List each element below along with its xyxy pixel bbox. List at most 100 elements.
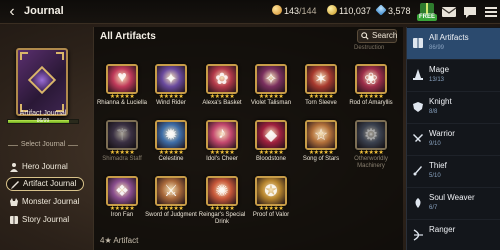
- journal-name: Artifact Journal: [19, 110, 67, 117]
- artifact-name: Violet Talisman: [250, 100, 292, 106]
- artifact-name: Alexa's Basket: [202, 100, 242, 106]
- free-gift-button[interactable]: FREE: [417, 2, 437, 22]
- top-bar: ‹ Journal 143/144 110,037 3,578 FREE: [0, 0, 500, 24]
- artifact-card[interactable]: ✶ ★★★★★ Torn Sleeve: [293, 60, 349, 120]
- artifact-card[interactable]: ⚔ ★★★★★ Sword of Judgment: [143, 172, 199, 232]
- star-rating: ★★★★★: [308, 150, 334, 156]
- artifact-list-panel: All Artifacts Search Destruction ♥ ★★★★★ R…: [93, 27, 403, 250]
- artifact-card[interactable]: ❖ ★★★★★ Iron Fan: [94, 172, 150, 232]
- gem-counter[interactable]: 3,578: [375, 4, 411, 16]
- artifact-journal-button[interactable]: Artifact Journal: [6, 177, 84, 191]
- soul-weaver-icon: [415, 198, 421, 208]
- artifact-card[interactable]: ✪ ★★★★★ Proof of Valor: [243, 172, 299, 232]
- artifact-name: Reingar's Special Drink: [198, 212, 246, 225]
- artifact-image: ✹: [155, 120, 187, 150]
- class-count: 9/10: [429, 141, 441, 147]
- mage-icon: [413, 69, 423, 80]
- section-title: All Artifacts: [100, 31, 156, 42]
- story-journal-button[interactable]: Story Journal: [6, 213, 84, 227]
- warrior-icon: [413, 134, 423, 142]
- gold-counter[interactable]: 110,037: [327, 5, 371, 16]
- class-name: Soul Weaver: [429, 193, 475, 202]
- artifact-card[interactable]: ♥ ★★★★★ Rhianna & Luciella: [94, 60, 150, 120]
- artifact-name: Song of Stars: [302, 156, 340, 162]
- partially-scrolled-label: Destruction: [354, 45, 385, 51]
- stamina-counter[interactable]: 143/144: [272, 5, 317, 16]
- star-rating: ★★★★★: [158, 150, 184, 156]
- class-filter-thief[interactable]: Thief 5/10: [407, 156, 500, 188]
- search-icon: [361, 32, 369, 40]
- class-count: 86/99: [429, 45, 445, 51]
- class-filter-mage[interactable]: Mage 13/13: [407, 60, 500, 92]
- journal-screen: ‹ Journal 143/144 110,037 3,578 FREE Art…: [0, 0, 500, 250]
- gift-box-icon: [420, 3, 434, 14]
- artifact-name: Rod of Amaryllis: [349, 100, 393, 106]
- class-count: 13/13: [429, 77, 445, 83]
- chat-icon[interactable]: [462, 4, 478, 20]
- artifact-card[interactable]: ⚚ ★★★★★ Shimadra Staff: [94, 116, 150, 176]
- gold-icon: [327, 5, 337, 15]
- artifact-card[interactable]: ✦ ★★★★★ Wind Rider: [143, 60, 199, 120]
- star-rating: ★★★★★: [109, 94, 135, 100]
- sword-icon: [11, 181, 19, 189]
- artifact-card[interactable]: ❀ ★★★★★ Rod of Amaryllis: [343, 60, 399, 120]
- class-filter-ranger[interactable]: Ranger: [407, 220, 500, 250]
- artifact-card[interactable]: ✹ ★★★★★ Celestine: [143, 116, 199, 176]
- page-title: Journal: [24, 5, 64, 17]
- artifact-card[interactable]: ✺ ★★★★★ Reingar's Special Drink: [194, 172, 250, 232]
- star-rating: ★★★★★: [109, 206, 135, 212]
- class-filter-soul-weaver[interactable]: Soul Weaver 6/7: [407, 188, 500, 220]
- hero-journal-label: Hero Journal: [22, 162, 68, 171]
- artifact-card[interactable]: ✧ ★★★★★ Violet Talisman: [243, 60, 299, 120]
- artifact-image: ✧: [255, 64, 287, 94]
- gem-value: 3,578: [388, 6, 411, 16]
- class-filter-list: All Artifacts 86/99 Mage 13/13 Knight 8/8 Warr…: [406, 27, 500, 250]
- class-filter-warrior[interactable]: Warrior 9/10: [407, 124, 500, 156]
- star-rating: ★★★★★: [258, 94, 284, 100]
- artifact-name: Torn Sleeve: [305, 100, 337, 106]
- star-rating: ★★★★★: [358, 150, 384, 156]
- star-rating: ★★★★★: [258, 206, 284, 212]
- artifact-card[interactable]: ♪ ★★★★★ Idol's Cheer: [194, 116, 250, 176]
- book-icon: [10, 216, 18, 224]
- class-name: Ranger: [429, 225, 456, 234]
- monster-journal-label: Monster Journal: [22, 197, 80, 206]
- ranger-icon: [413, 229, 423, 241]
- star-rating: ★★★★★: [358, 94, 384, 100]
- menu-icon[interactable]: [483, 4, 499, 20]
- star-rating: ★★★★★: [158, 206, 184, 212]
- artifact-image: ⚙: [355, 120, 387, 150]
- artifact-card[interactable]: ⚙ ★★★★★ Otherworldly Machinery: [343, 116, 399, 176]
- artifact-image: ⚚: [106, 120, 138, 150]
- back-button[interactable]: ‹: [4, 3, 20, 21]
- class-count: 5/10: [429, 173, 441, 179]
- artifact-image: ❀: [355, 64, 387, 94]
- stamina-icon: [272, 5, 282, 15]
- story-journal-label: Story Journal: [22, 215, 70, 224]
- hero-journal-button[interactable]: Hero Journal: [6, 160, 84, 174]
- artifact-image: ☆: [305, 120, 337, 150]
- artifact-card[interactable]: ✿ ★★★★★ Alexa's Basket: [194, 60, 250, 120]
- star-rating: ★★★★★: [109, 150, 135, 156]
- class-count: 6/7: [429, 205, 438, 211]
- monster-journal-button[interactable]: Monster Journal: [6, 195, 84, 209]
- class-name: Thief: [429, 161, 447, 170]
- artifact-card[interactable]: ◆ ★★★★★ Bloodstone: [243, 116, 299, 176]
- artifact-name: Shimadra Staff: [102, 156, 142, 162]
- class-filter-knight[interactable]: Knight 8/8: [407, 92, 500, 124]
- artifact-name: Wind Rider: [156, 100, 186, 106]
- class-name: Mage: [429, 65, 450, 74]
- mail-icon[interactable]: [441, 4, 457, 20]
- class-name: All Artifacts: [429, 33, 469, 42]
- artifact-card[interactable]: ☆ ★★★★★ Song of Stars: [293, 116, 349, 176]
- star-rating: ★★★★★: [308, 94, 334, 100]
- artifact-name: Sword of Judgment: [145, 212, 197, 218]
- class-filter-all-artifacts[interactable]: All Artifacts 86/99: [407, 28, 500, 60]
- artifact-image: ◆: [255, 120, 287, 150]
- star-rating: ★★★★★: [209, 150, 235, 156]
- stamina-max: /144: [299, 6, 317, 16]
- gold-value: 110,037: [339, 6, 371, 16]
- artifact-journal-book-icon: [16, 48, 68, 116]
- search-button[interactable]: Search: [357, 29, 397, 43]
- artifact-name: Proof of Valor: [252, 212, 290, 218]
